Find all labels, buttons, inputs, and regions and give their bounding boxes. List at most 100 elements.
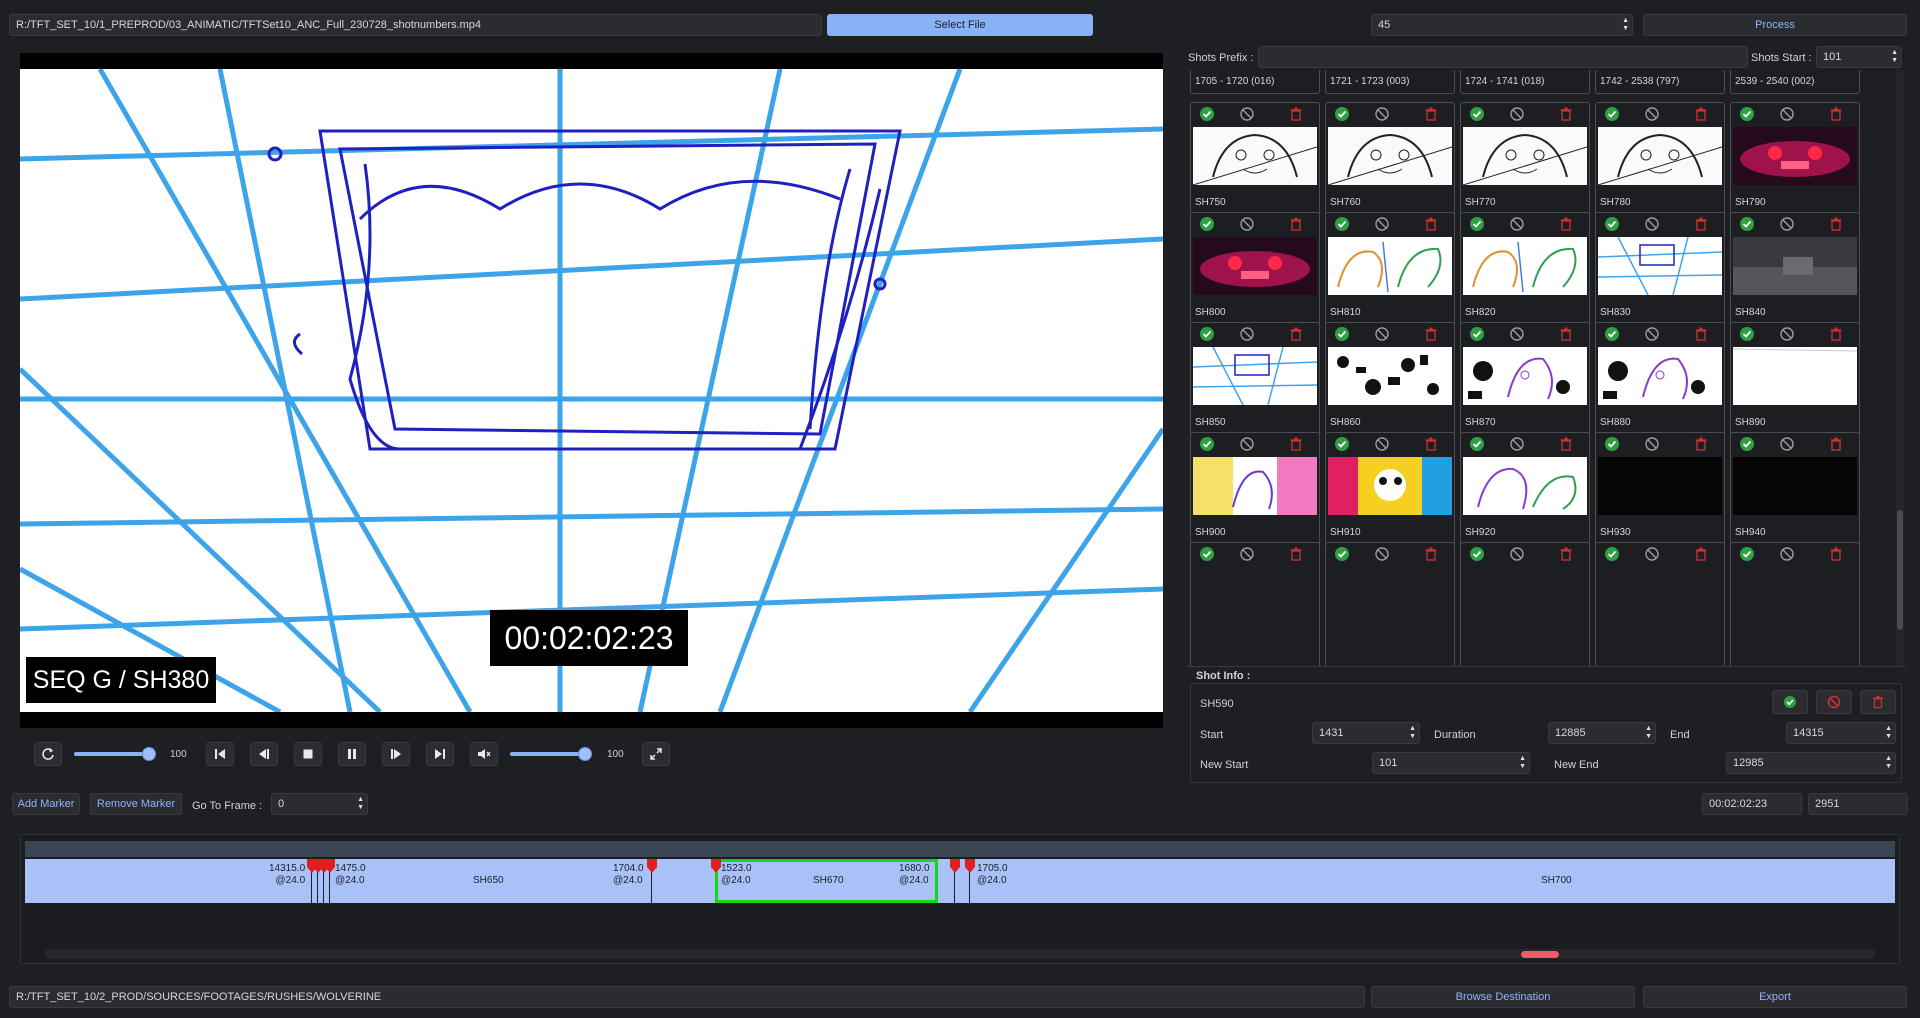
shot-disable-button[interactable]: [1816, 690, 1852, 714]
shot-approve-button[interactable]: [1772, 690, 1808, 714]
marker-pin-icon[interactable]: [711, 859, 721, 873]
volume-slider-track[interactable]: [510, 752, 584, 756]
block-icon[interactable]: [1374, 106, 1390, 122]
trash-icon[interactable]: [1828, 546, 1844, 562]
check-circle-icon[interactable]: [1469, 216, 1485, 232]
file-path-field[interactable]: R:/TFT_SET_10/1_PREPROD/03_ANIMATIC/TFTS…: [9, 14, 822, 36]
duration-spinbox[interactable]: 12885 ▲ ▼: [1548, 722, 1656, 744]
trash-icon[interactable]: [1423, 106, 1439, 122]
shots-scrollbar[interactable]: [1896, 70, 1904, 667]
marker-pin-icon[interactable]: [950, 859, 960, 873]
timeline-panel[interactable]: 14315.0 @24.0 1475.0 @24.0 1704.0 @24.0 152…: [20, 834, 1900, 964]
marker-pin-icon[interactable]: [965, 859, 975, 873]
check-circle-icon[interactable]: [1199, 216, 1215, 232]
trash-icon[interactable]: [1693, 436, 1709, 452]
check-circle-icon[interactable]: [1739, 106, 1755, 122]
spin-arrows-icon[interactable]: ▲ ▼: [1645, 725, 1652, 741]
shots-prefix-input[interactable]: [1258, 46, 1748, 68]
shot-delete-button[interactable]: [1860, 690, 1896, 714]
step-back-button[interactable]: [250, 742, 278, 766]
trash-icon[interactable]: [1693, 546, 1709, 562]
trash-icon[interactable]: [1693, 326, 1709, 342]
shots-grid[interactable]: 1705 - 1720 (016) 1721 - 1723 (003) 1724…: [1182, 70, 1896, 667]
marker-pin-icon[interactable]: [325, 859, 335, 873]
block-icon[interactable]: [1374, 436, 1390, 452]
block-icon[interactable]: [1644, 326, 1660, 342]
marker-pin-icon[interactable]: [647, 859, 657, 873]
spin-arrows-icon[interactable]: ▲ ▼: [1519, 755, 1526, 771]
check-circle-icon[interactable]: [1199, 326, 1215, 342]
block-icon[interactable]: [1644, 216, 1660, 232]
destination-path-field[interactable]: R:/TFT_SET_10/2_PROD/SOURCES/FOOTAGES/RU…: [9, 986, 1365, 1008]
block-icon[interactable]: [1509, 216, 1525, 232]
start-spinbox[interactable]: 1431 ▲ ▼: [1312, 722, 1420, 744]
check-circle-icon[interactable]: [1469, 326, 1485, 342]
block-icon[interactable]: [1509, 546, 1525, 562]
block-icon[interactable]: [1509, 326, 1525, 342]
shot-card-partial[interactable]: [1190, 542, 1320, 667]
export-button[interactable]: Export: [1643, 986, 1907, 1008]
speed-slider-track[interactable]: [74, 752, 148, 756]
shot-card-partial[interactable]: 1742 - 2538 (797): [1595, 70, 1725, 94]
current-timecode-field[interactable]: 00:02:02:23: [1702, 793, 1802, 815]
block-icon[interactable]: [1239, 216, 1255, 232]
spin-arrows-icon[interactable]: ▲ ▼: [1885, 755, 1892, 771]
spin-arrows-icon[interactable]: ▲ ▼: [1622, 17, 1629, 33]
timeline-scrollbar[interactable]: [45, 949, 1875, 959]
new-end-spinbox[interactable]: 12985 ▲ ▼: [1726, 752, 1896, 774]
trash-icon[interactable]: [1288, 216, 1304, 232]
browse-destination-button[interactable]: Browse Destination: [1371, 986, 1635, 1008]
trash-icon[interactable]: [1828, 216, 1844, 232]
check-circle-icon[interactable]: [1604, 546, 1620, 562]
threshold-spinbox[interactable]: 45 ▲ ▼: [1371, 14, 1633, 36]
check-circle-icon[interactable]: [1739, 436, 1755, 452]
check-circle-icon[interactable]: [1199, 436, 1215, 452]
check-circle-icon[interactable]: [1334, 436, 1350, 452]
end-spinbox[interactable]: 14315 ▲ ▼: [1786, 722, 1896, 744]
loop-button[interactable]: [34, 742, 62, 766]
trash-icon[interactable]: [1828, 326, 1844, 342]
block-icon[interactable]: [1509, 436, 1525, 452]
shot-card-partial[interactable]: 2539 - 2540 (002): [1730, 70, 1860, 94]
speed-slider-knob[interactable]: [142, 747, 156, 761]
video-viewport[interactable]: 00:02:02:23 SEQ G / SH380: [20, 53, 1163, 728]
remove-marker-button[interactable]: Remove Marker: [90, 793, 182, 815]
block-icon[interactable]: [1374, 216, 1390, 232]
block-icon[interactable]: [1779, 216, 1795, 232]
check-circle-icon[interactable]: [1604, 106, 1620, 122]
trash-icon[interactable]: [1423, 546, 1439, 562]
check-circle-icon[interactable]: [1739, 216, 1755, 232]
stop-button[interactable]: [294, 742, 322, 766]
block-icon[interactable]: [1644, 546, 1660, 562]
shot-card-partial[interactable]: 1724 - 1741 (018): [1460, 70, 1590, 94]
step-forward-button[interactable]: [382, 742, 410, 766]
shots-start-spinbox[interactable]: 101 ▲ ▼: [1816, 46, 1902, 68]
shot-card-partial[interactable]: [1730, 542, 1860, 667]
shot-card-partial[interactable]: 1721 - 1723 (003): [1325, 70, 1455, 94]
timeline-shot-band[interactable]: [25, 859, 1895, 903]
check-circle-icon[interactable]: [1739, 326, 1755, 342]
new-start-spinbox[interactable]: 101 ▲ ▼: [1372, 752, 1530, 774]
trash-icon[interactable]: [1558, 216, 1574, 232]
trash-icon[interactable]: [1693, 106, 1709, 122]
spin-arrows-icon[interactable]: ▲ ▼: [1891, 49, 1898, 65]
check-circle-icon[interactable]: [1469, 106, 1485, 122]
check-circle-icon[interactable]: [1334, 326, 1350, 342]
shot-card-partial[interactable]: 1705 - 1720 (016): [1190, 70, 1320, 94]
trash-icon[interactable]: [1288, 546, 1304, 562]
trash-icon[interactable]: [1423, 216, 1439, 232]
check-circle-icon[interactable]: [1604, 326, 1620, 342]
check-circle-icon[interactable]: [1469, 546, 1485, 562]
check-circle-icon[interactable]: [1199, 106, 1215, 122]
mute-button[interactable]: [470, 742, 498, 766]
block-icon[interactable]: [1374, 546, 1390, 562]
check-circle-icon[interactable]: [1604, 216, 1620, 232]
block-icon[interactable]: [1779, 546, 1795, 562]
trash-icon[interactable]: [1828, 106, 1844, 122]
block-icon[interactable]: [1779, 326, 1795, 342]
check-circle-icon[interactable]: [1469, 436, 1485, 452]
shots-scrollbar-thumb[interactable]: [1897, 510, 1903, 630]
current-frame-field[interactable]: 2951: [1808, 793, 1908, 815]
check-circle-icon[interactable]: [1334, 546, 1350, 562]
block-icon[interactable]: [1239, 106, 1255, 122]
